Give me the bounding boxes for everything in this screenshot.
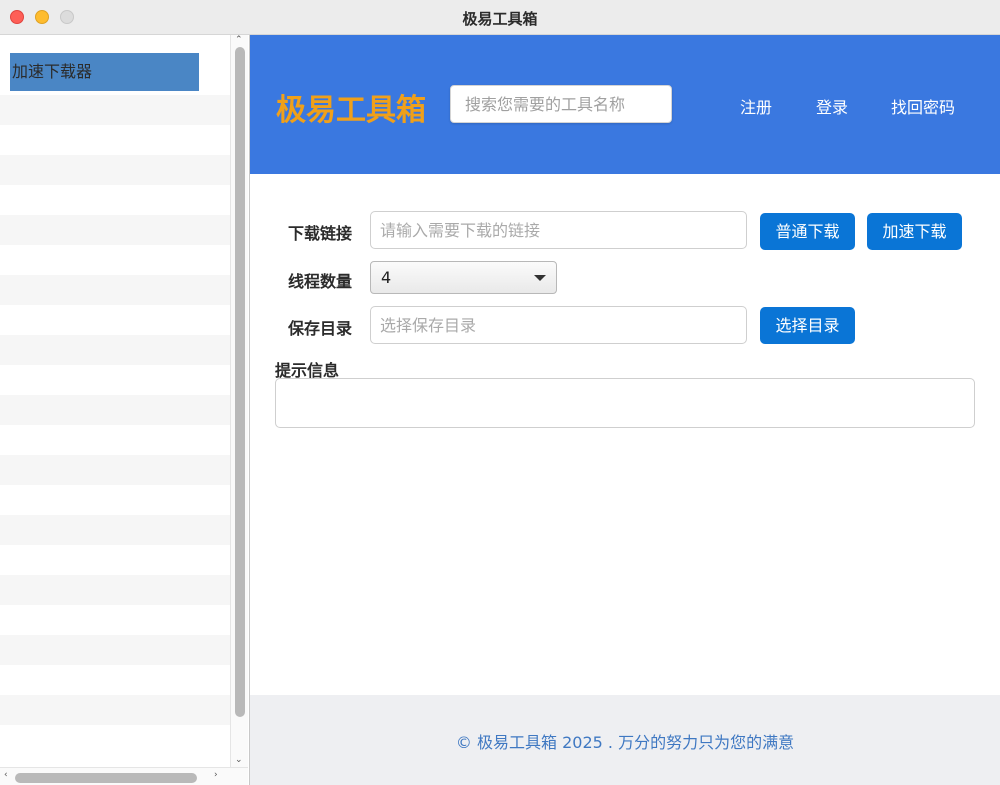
save-directory-input[interactable]	[370, 306, 747, 344]
search-input[interactable]	[450, 85, 672, 123]
message-box[interactable]	[275, 378, 975, 428]
sidebar-vertical-scrollbar[interactable]: ⌃ ⌄	[230, 35, 248, 769]
main-content: 极易工具箱 注册 登录 找回密码 下载链接 普通下载 加速下载 线程数量 4 保…	[250, 35, 1000, 785]
choose-directory-button[interactable]: 选择目录	[760, 307, 855, 344]
scroll-left-arrow-icon[interactable]: ‹	[4, 770, 8, 780]
nav-register-link[interactable]: 注册	[740, 94, 772, 118]
scroll-up-arrow-icon[interactable]: ⌃	[235, 35, 243, 45]
nav-recover-password-link[interactable]: 找回密码	[891, 94, 955, 118]
footer-copyright: © 极易工具箱 2025 . 万分的努力只为您的满意	[455, 733, 795, 752]
scroll-right-arrow-icon[interactable]: ›	[214, 770, 218, 780]
thread-count-select[interactable]: 4	[370, 261, 557, 294]
thread-count-label: 线程数量	[288, 272, 353, 291]
accelerated-download-button[interactable]: 加速下载	[867, 213, 962, 250]
thread-count-value: 4	[381, 268, 392, 287]
normal-download-button[interactable]: 普通下载	[760, 213, 855, 250]
scroll-down-arrow-icon[interactable]: ⌄	[235, 755, 243, 765]
title-bar: 极易工具箱	[0, 0, 1000, 35]
sidebar-horizontal-scrollbar[interactable]: ‹ ›	[0, 767, 248, 785]
download-link-label: 下载链接	[288, 224, 353, 243]
vertical-scroll-thumb[interactable]	[235, 47, 245, 717]
sidebar-item-accelerated-downloader[interactable]: 加速下载器	[10, 53, 199, 91]
nav-login-link[interactable]: 登录	[816, 94, 848, 118]
save-directory-label: 保存目录	[288, 319, 353, 338]
download-link-input[interactable]	[370, 211, 747, 249]
window-title: 极易工具箱	[462, 10, 538, 28]
header: 极易工具箱 注册 登录 找回密码	[250, 35, 1000, 174]
brand-logo-text: 极易工具箱	[276, 93, 426, 128]
sidebar: 加速下载器 ⌃ ⌄ ‹ ›	[0, 35, 250, 785]
horizontal-scroll-thumb[interactable]	[15, 773, 197, 783]
footer: © 极易工具箱 2025 . 万分的努力只为您的满意	[250, 695, 1000, 785]
app-window: 极易工具箱 加速下载器 ⌃ ⌄ ‹ › 极易工具箱 搜索您需要的工具名称 注册 …	[0, 0, 1000, 785]
sidebar-list: 加速下载器	[0, 35, 230, 767]
chevron-down-icon	[534, 275, 546, 281]
